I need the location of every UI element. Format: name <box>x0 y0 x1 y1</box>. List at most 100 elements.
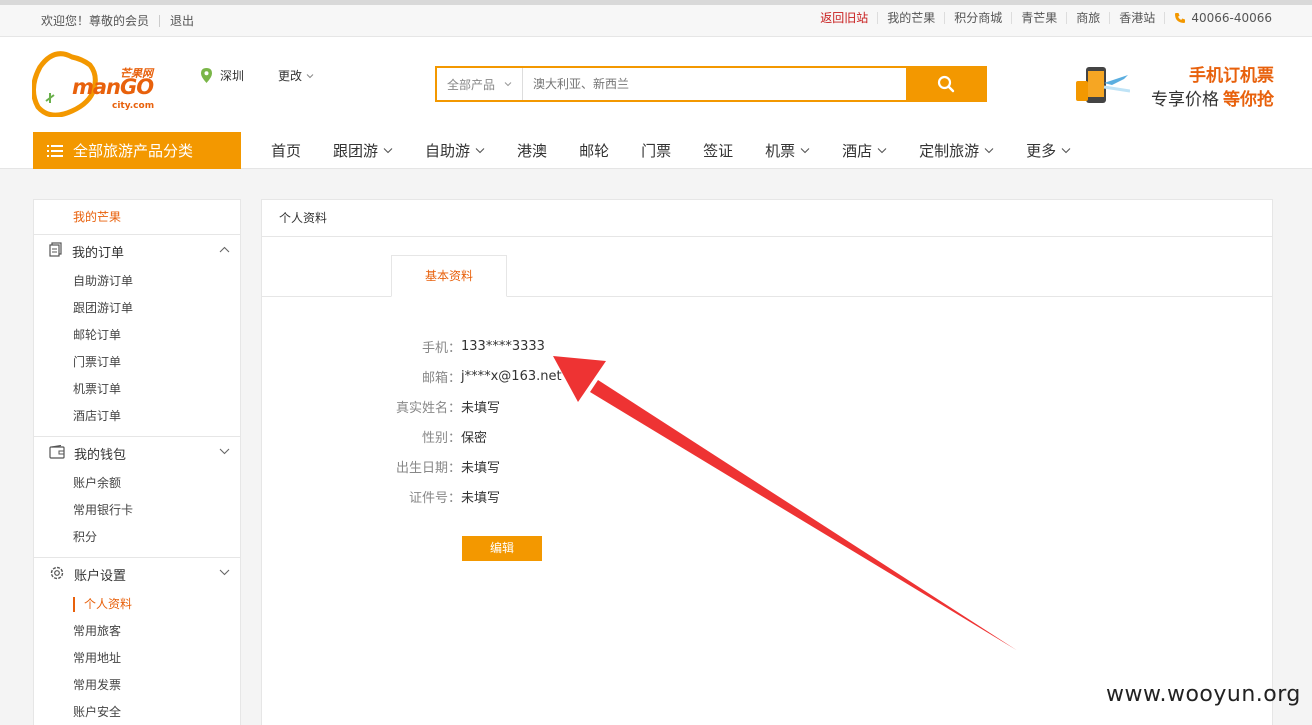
logo-word: manGO <box>72 75 154 99</box>
search-input[interactable] <box>523 68 906 100</box>
profile-field-row: 真实姓名： 未填写 <box>262 391 662 421</box>
welcome-text: 欢迎您！尊敬的会员 <box>41 14 150 28</box>
nav-item-label: 定制旅游 <box>919 142 980 160</box>
sidebar-group-header[interactable]: 我的订单 <box>34 235 240 268</box>
sidebar-group-title: 我的钱包 <box>74 448 127 463</box>
nav-item-4[interactable]: 邮轮 <box>563 140 625 161</box>
gear-icon <box>49 565 65 585</box>
phone-plane-illustration <box>1076 67 1130 103</box>
nav-item-label: 首页 <box>271 142 302 160</box>
all-categories-button[interactable]: 全部旅游产品分类 <box>33 132 241 169</box>
sidebar-item[interactable]: 常用旅客 <box>34 618 240 645</box>
sidebar-item[interactable]: 邮轮订单 <box>34 322 240 349</box>
business-travel-link[interactable]: 商旅 <box>1066 12 1109 24</box>
nav-item-8[interactable]: 酒店 <box>826 140 903 161</box>
chevron-down-icon <box>504 82 512 87</box>
sidebar-item[interactable]: 常用发票 <box>34 672 240 699</box>
chevron-down-icon <box>219 448 230 455</box>
change-city-button[interactable]: 更改 <box>278 67 314 84</box>
panel-title: 个人资料 <box>262 200 1272 237</box>
sidebar-item[interactable]: 常用地址 <box>34 645 240 672</box>
nav-item-label: 港澳 <box>517 142 548 160</box>
change-city-label: 更改 <box>278 69 303 83</box>
chevron-down-icon <box>1061 148 1071 154</box>
nav-item-10[interactable]: 更多 <box>1010 140 1087 161</box>
field-value: 133****3333 <box>461 338 545 354</box>
nav-item-7[interactable]: 机票 <box>749 140 826 161</box>
ad-line2: 专享价格 等你抢 <box>1151 85 1274 110</box>
chevron-down-icon <box>475 148 485 154</box>
nav-item-9[interactable]: 定制旅游 <box>903 140 1010 161</box>
all-categories-label: 全部旅游产品分类 <box>73 142 194 160</box>
hongkong-site-link[interactable]: 香港站 <box>1109 12 1164 24</box>
tab-basic-info[interactable]: 基本资料 <box>391 255 507 297</box>
my-mango-link[interactable]: 我的芒果 <box>877 12 944 24</box>
sidebar-item[interactable]: 账户安全 <box>34 699 240 725</box>
sidebar-item[interactable]: 常用银行卡 <box>34 497 240 524</box>
divider <box>159 14 161 27</box>
sidebar-group-header[interactable]: 我的钱包 <box>34 437 240 470</box>
logout-link[interactable]: 退出 <box>170 12 194 29</box>
profile-field-row: 邮箱： j****x@163.net <box>262 361 662 391</box>
sidebar-item[interactable]: 账户余额 <box>34 470 240 497</box>
field-value: 保密 <box>461 430 488 446</box>
chevron-up-icon <box>219 246 230 253</box>
location-pin-icon <box>201 68 212 83</box>
chevron-down-icon <box>306 73 314 78</box>
sidebar-item[interactable]: 机票订单 <box>34 376 240 403</box>
wallet-icon <box>49 444 65 463</box>
sidebar-item[interactable]: 跟团游订单 <box>34 295 240 322</box>
search-button[interactable] <box>906 68 985 100</box>
nav-item-5[interactable]: 门票 <box>625 140 687 161</box>
sidebar-home-link[interactable]: 我的芒果 <box>34 200 240 235</box>
chevron-down-icon <box>219 569 230 576</box>
points-mall-link[interactable]: 积分商城 <box>944 12 1011 24</box>
nav-item-label: 更多 <box>1026 142 1057 160</box>
profile-fields: 手机： 133****3333 邮箱： j****x@163.net 真实姓名： 未填写性… <box>262 331 662 511</box>
field-label: 手机： <box>421 340 461 356</box>
search-icon <box>937 75 954 93</box>
city-name: 深圳 <box>220 69 245 83</box>
order-icon <box>49 242 63 261</box>
sidebar-item[interactable]: 自助游订单 <box>34 268 240 295</box>
nav-item-label: 酒店 <box>842 142 873 160</box>
sidebar-item[interactable]: 积分 <box>34 524 240 551</box>
nav-item-2[interactable]: 自助游 <box>409 140 501 161</box>
chevron-down-icon <box>800 148 810 154</box>
top-bar: 欢迎您！尊敬的会员 退出 返回旧站 我的芒果 积分商城 青芒果 商旅 香港站 4… <box>0 0 1312 37</box>
sidebar-item[interactable]: 酒店订单 <box>34 403 240 430</box>
nav-item-6[interactable]: 签证 <box>687 140 749 161</box>
chevron-down-icon <box>984 148 994 154</box>
sidebar-group-title: 我的订单 <box>72 246 125 261</box>
phone-icon <box>1175 13 1186 23</box>
nav-item-1[interactable]: 跟团游 <box>317 140 409 161</box>
sidebar-item[interactable]: 个人资料 <box>34 591 240 618</box>
profile-field-row: 出生日期： 未填写 <box>262 451 662 481</box>
field-label: 证件号： <box>408 490 461 506</box>
watermark: www.wooyun.org <box>1106 682 1301 707</box>
sidebar-item[interactable]: 门票订单 <box>34 349 240 376</box>
profile-field-row: 性别： 保密 <box>262 421 662 451</box>
ad-line1: 手机订机票 <box>1189 66 1274 86</box>
edit-button[interactable]: 编辑 <box>462 536 542 561</box>
old-site-link[interactable]: 返回旧站 <box>811 12 877 24</box>
nav-item-label: 自助游 <box>425 142 471 160</box>
field-label: 出生日期： <box>395 460 461 476</box>
ad-line2a: 专享价格 <box>1151 90 1219 110</box>
hotline-number: 40066-40066 <box>1191 11 1272 25</box>
nav-item-0[interactable]: 首页 <box>255 140 317 161</box>
search-category-select[interactable]: 全部产品 <box>437 68 523 100</box>
chevron-down-icon <box>383 148 393 154</box>
search-bar: 全部产品 <box>435 66 987 102</box>
nav-item-label: 邮轮 <box>579 142 610 160</box>
field-label: 真实姓名： <box>395 400 461 416</box>
field-value: 未填写 <box>461 460 501 476</box>
green-mango-link[interactable]: 青芒果 <box>1011 12 1066 24</box>
mobile-ticket-ad[interactable]: 手机订机票 专享价格 等你抢 <box>1072 61 1274 110</box>
sidebar-group-header[interactable]: 账户设置 <box>34 558 240 591</box>
sidebar-group-1: 我的钱包账户余额 常用银行卡 积分 <box>34 437 240 558</box>
mango-logo[interactable]: 芒果网 manGO city.com <box>32 49 164 117</box>
menu-icon <box>47 144 63 157</box>
nav-item-label: 机票 <box>765 142 796 160</box>
nav-item-3[interactable]: 港澳 <box>501 140 563 161</box>
